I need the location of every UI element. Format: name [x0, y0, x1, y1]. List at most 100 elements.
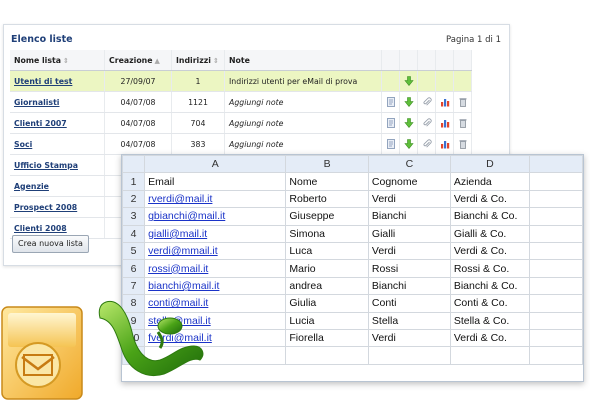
- sheet-cell[interactable]: Verdi: [367, 189, 451, 209]
- sheet-cell[interactable]: Verdi & Co.: [449, 189, 531, 209]
- sheet-cell[interactable]: Mario: [285, 259, 369, 278]
- sort-desc-icon[interactable]: ▲: [155, 57, 160, 65]
- email-link[interactable]: rossi@mail.it: [148, 263, 208, 275]
- list-name-cell[interactable]: Clienti 2007: [10, 112, 105, 134]
- sheet-cell[interactable]: Verdi: [367, 328, 451, 348]
- sort-icon[interactable]: ⇕: [63, 57, 69, 65]
- list-name-cell[interactable]: Utenti di test: [10, 70, 105, 92]
- document-icon[interactable]: [381, 133, 400, 155]
- paperclip-icon[interactable]: [417, 91, 436, 113]
- list-name-cell[interactable]: Soci: [10, 133, 105, 155]
- email-link[interactable]: gialli@mail.it: [148, 228, 207, 240]
- sheet-cell[interactable]: [529, 259, 583, 278]
- email-link-cell[interactable]: gialli@mail.it: [144, 224, 287, 243]
- sheet-cell[interactable]: Gialli & Co.: [449, 224, 531, 243]
- sheet-cell[interactable]: Rossi & Co.: [449, 259, 531, 278]
- list-name-cell[interactable]: Prospect 2008: [10, 196, 105, 218]
- paperclip-icon[interactable]: [417, 112, 436, 134]
- sheet-cell[interactable]: [529, 276, 583, 296]
- list-name-cell[interactable]: Giornalisti: [10, 91, 105, 113]
- sheet-cell[interactable]: Bianchi: [367, 207, 451, 226]
- list-name-link[interactable]: Utenti di test: [14, 77, 72, 86]
- sheet-cell[interactable]: [529, 224, 583, 243]
- list-name-link[interactable]: Ufficio Stampa: [14, 161, 78, 170]
- list-name-link[interactable]: Clienti 2008: [14, 224, 67, 233]
- list-note-cell[interactable]: Aggiungi note: [224, 91, 382, 113]
- row-header[interactable]: 6: [122, 259, 146, 278]
- paperclip-icon[interactable]: [417, 133, 436, 155]
- sheet-cell[interactable]: Fiorella: [285, 328, 369, 348]
- sheet-cell[interactable]: andrea: [285, 276, 369, 296]
- sheet-cell[interactable]: Luca: [285, 241, 369, 261]
- sheet-cell[interactable]: Verdi & Co.: [449, 328, 531, 348]
- email-link[interactable]: gbianchi@mail.it: [148, 210, 225, 222]
- column-header-count[interactable]: Indirizzi ⇕: [171, 50, 225, 71]
- column-header-date[interactable]: Creazione ▲: [104, 50, 172, 71]
- sheet-cell[interactable]: [285, 346, 369, 365]
- sheet-cell[interactable]: Roberto: [285, 189, 369, 209]
- sheet-cell[interactable]: [529, 328, 583, 348]
- list-name-cell[interactable]: Ufficio Stampa: [10, 154, 105, 176]
- email-link-cell[interactable]: verdi@mmail.it: [144, 241, 287, 261]
- row-header[interactable]: 4: [122, 224, 146, 243]
- list-note-cell[interactable]: Aggiungi note: [224, 112, 382, 134]
- download-arrow-icon[interactable]: [399, 91, 418, 113]
- sheet-cell[interactable]: [529, 189, 583, 209]
- trash-icon[interactable]: [453, 133, 472, 155]
- row-header[interactable]: 3: [122, 207, 146, 226]
- sheet-cell[interactable]: Stella: [367, 311, 451, 330]
- sheet-cell[interactable]: Azienda: [449, 172, 531, 191]
- document-icon[interactable]: [381, 112, 400, 134]
- column-header-name[interactable]: Nome lista ⇕: [10, 50, 105, 71]
- email-link[interactable]: bianchi@mail.it: [148, 280, 219, 292]
- sheet-cell[interactable]: Stella & Co.: [449, 311, 531, 330]
- sheet-cell[interactable]: Giulia: [285, 294, 369, 313]
- sheet-cell[interactable]: Giuseppe: [285, 207, 369, 226]
- column-header-a[interactable]: A: [144, 155, 287, 174]
- sheet-cell[interactable]: Gialli: [367, 224, 451, 243]
- sheet-cell[interactable]: Nome: [285, 172, 369, 191]
- sheet-cell[interactable]: [529, 172, 583, 191]
- download-arrow-icon[interactable]: [399, 133, 418, 155]
- list-note-cell[interactable]: Aggiungi note: [224, 133, 382, 155]
- list-name-link[interactable]: Clienti 2007: [14, 119, 67, 128]
- sheet-cell[interactable]: [367, 346, 451, 365]
- row-header[interactable]: 2: [122, 189, 146, 209]
- column-header-c[interactable]: C: [367, 155, 451, 174]
- sheet-cell[interactable]: [529, 241, 583, 261]
- sheet-cell[interactable]: Bianchi: [367, 276, 451, 296]
- sheet-cell[interactable]: Verdi & Co.: [449, 241, 531, 261]
- document-icon[interactable]: [381, 91, 400, 113]
- sheet-cell[interactable]: [529, 346, 583, 365]
- email-link-cell[interactable]: bianchi@mail.it: [144, 276, 287, 296]
- sheet-cell[interactable]: Lucia: [285, 311, 369, 330]
- sheet-cell[interactable]: Conti & Co.: [449, 294, 531, 313]
- sheet-cell[interactable]: Cognome: [367, 172, 451, 191]
- email-link-cell[interactable]: rverdi@mail.it: [144, 189, 287, 209]
- bar-chart-icon[interactable]: [435, 112, 454, 134]
- download-arrow-icon[interactable]: [399, 70, 418, 92]
- bar-chart-icon[interactable]: [435, 133, 454, 155]
- list-name-link[interactable]: Soci: [14, 140, 32, 149]
- list-name-link[interactable]: Prospect 2008: [14, 203, 77, 212]
- sheet-cell[interactable]: [529, 207, 583, 226]
- sheet-cell[interactable]: Rossi: [367, 259, 451, 278]
- list-name-link[interactable]: Giornalisti: [14, 98, 59, 107]
- column-header-d[interactable]: D: [449, 155, 531, 174]
- row-header[interactable]: 7: [122, 276, 146, 296]
- column-header-b[interactable]: B: [285, 155, 369, 174]
- email-link-cell[interactable]: gbianchi@mail.it: [144, 207, 287, 226]
- list-note-cell[interactable]: Indirizzi utenti per eMail di prova: [224, 70, 382, 92]
- trash-icon[interactable]: [453, 91, 472, 113]
- row-header[interactable]: 5: [122, 241, 146, 261]
- create-list-button[interactable]: Crea nuova lista: [12, 235, 89, 253]
- bar-chart-icon[interactable]: [435, 91, 454, 113]
- sheet-cell[interactable]: Conti: [367, 294, 451, 313]
- trash-icon[interactable]: [453, 112, 472, 134]
- sheet-cell[interactable]: [449, 346, 531, 365]
- sheet-cell[interactable]: Simona: [285, 224, 369, 243]
- row-header[interactable]: 1: [122, 172, 146, 191]
- select-all-corner[interactable]: [122, 155, 146, 174]
- sheet-cell[interactable]: Bianchi & Co.: [449, 207, 531, 226]
- sort-icon[interactable]: ⇕: [213, 57, 219, 65]
